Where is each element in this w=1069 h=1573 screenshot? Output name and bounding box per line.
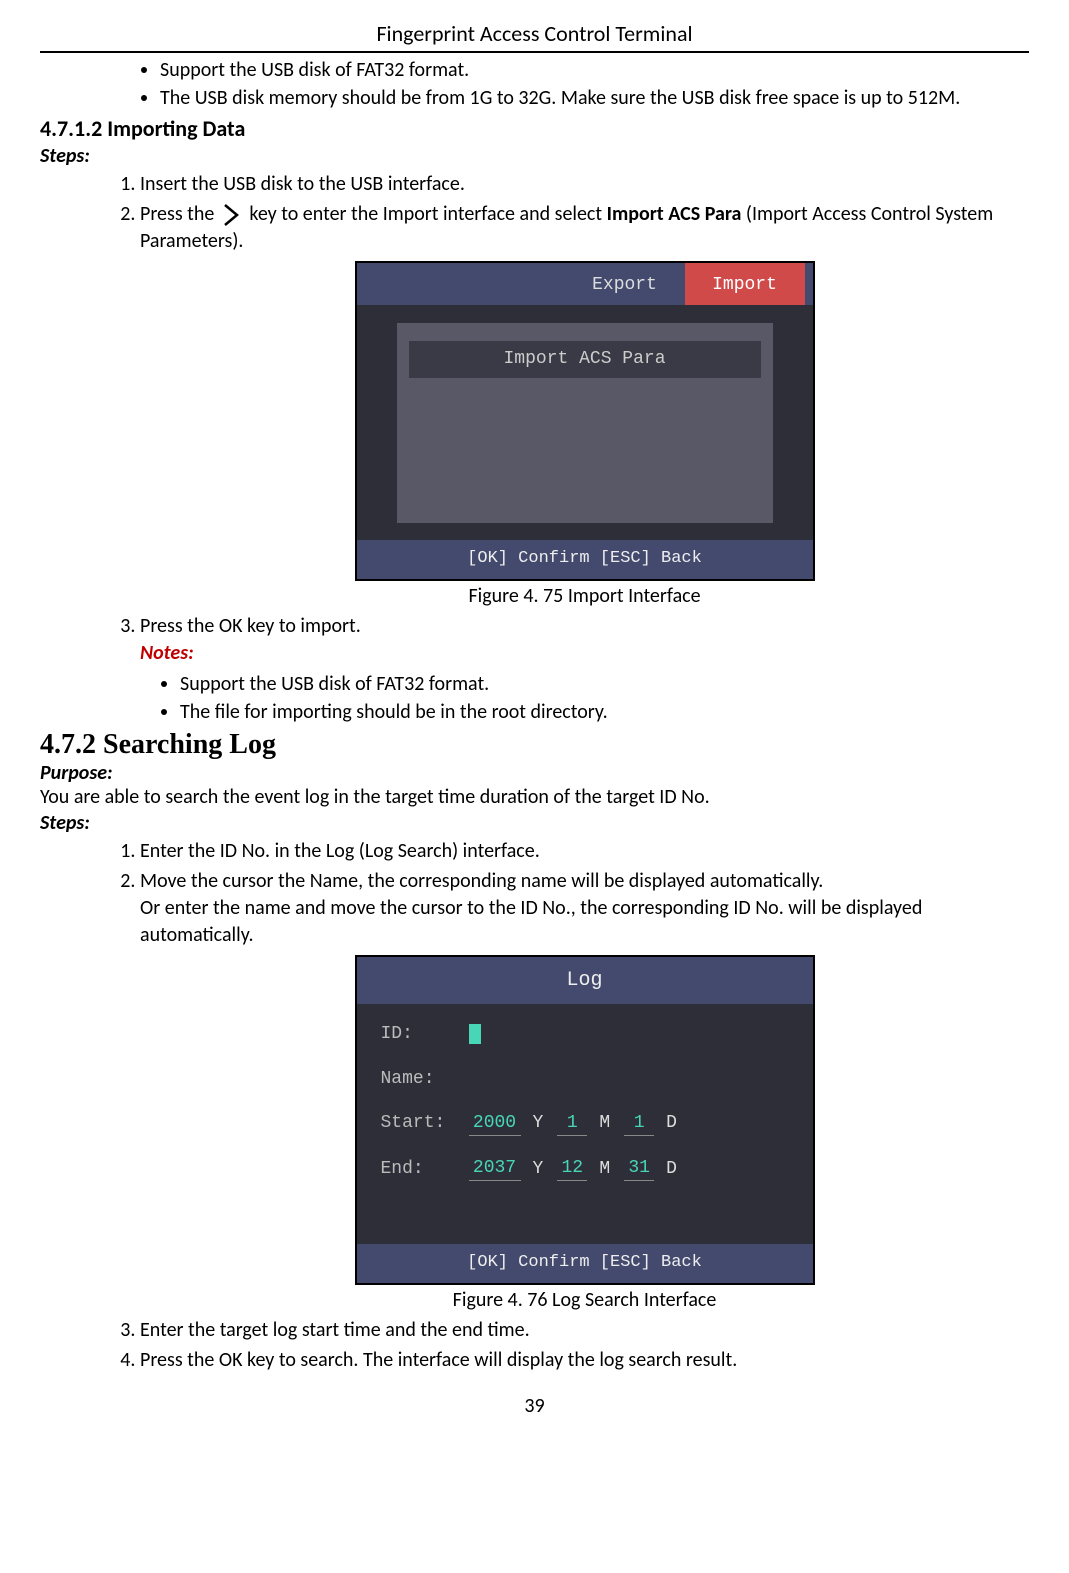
start-label: Start: [381,1111,461,1135]
log-form: ID: Name: Start: 2000 Y 1 M 1 D End: [357,1004,813,1181]
step-bold: Import ACS Para [607,202,742,226]
steps-label: Steps: [40,811,1029,835]
step-item: Press the OK key to search. The interfac… [140,1347,1029,1374]
heading-4-7-2: 4.7.2 Searching Log [40,729,1029,761]
id-input-cursor[interactable] [469,1024,481,1044]
name-label: Name: [381,1067,461,1091]
step-item: Press the key to enter the Import interf… [140,201,1029,610]
end-month-input[interactable]: 12 [557,1156,587,1181]
steps-list-log: Enter the ID No. in the Log (Log Search)… [100,838,1029,1374]
start-month-input[interactable]: 1 [557,1111,587,1136]
import-panel: Import ACS Para [397,323,773,523]
purpose-text: You are able to search the event log in … [40,785,1029,809]
step-text: Press the [140,202,214,226]
end-year-input[interactable]: 2037 [469,1156,521,1181]
figure-caption: Figure 4. 75 Import Interface [140,583,1029,610]
unit-d: D [666,1111,677,1135]
unit-d: D [666,1157,677,1181]
import-ui-screenshot: Export Import Import ACS Para [OK] Confi… [355,261,815,581]
bullet-item: Support the USB disk of FAT32 format. [160,57,1029,83]
step-text: Or enter the name and move the cursor to… [140,896,922,947]
bullet-item: The file for importing should be in the … [180,699,1029,725]
heading-4-7-1-2: 4.7.1.2 Importing Data [40,115,1029,142]
import-acs-para-item[interactable]: Import ACS Para [409,341,761,377]
intro-bullets: Support the USB disk of FAT32 format. Th… [160,57,1029,111]
tab-import[interactable]: Import [685,263,805,305]
step-item: Insert the USB disk to the USB interface… [140,171,1029,198]
ui-footer: [OK] Confirm [ESC] Back [357,540,813,579]
step-item: Move the cursor the Name, the correspond… [140,868,1029,1314]
page-number: 39 [40,1394,1029,1418]
notes-label: Notes: [140,640,1029,667]
step-item: Press the OK key to import. Notes: Suppo… [140,613,1029,725]
steps-label: Steps: [40,144,1029,168]
step-item: Enter the ID No. in the Log (Log Search)… [140,838,1029,865]
step-item: Enter the target log start time and the … [140,1317,1029,1344]
doc-title: Fingerprint Access Control Terminal [40,20,1029,53]
purpose-label: Purpose: [40,761,1029,785]
tab-export[interactable]: Export [565,263,685,305]
start-day-input[interactable]: 1 [624,1111,654,1136]
ui-footer: [OK] Confirm [ESC] Back [357,1244,813,1283]
notes-bullets: Support the USB disk of FAT32 format. Th… [180,671,1029,725]
unit-y: Y [533,1157,544,1181]
unit-y: Y [533,1111,544,1135]
unit-m: M [599,1111,610,1135]
tab-bar: Export Import [357,263,813,305]
unit-m: M [599,1157,610,1181]
step-text: key to enter the Import interface and se… [249,202,606,226]
log-title: Log [357,957,813,1004]
step-text: Move the cursor the Name, the correspond… [140,869,823,893]
start-year-input[interactable]: 2000 [469,1111,521,1136]
log-ui-screenshot: Log ID: Name: Start: 2000 Y 1 M 1 D [355,955,815,1285]
figure-caption: Figure 4. 76 Log Search Interface [140,1287,1029,1314]
chevron-right-icon [221,202,243,228]
bullet-item: Support the USB disk of FAT32 format. [180,671,1029,697]
id-label: ID: [381,1022,461,1046]
end-label: End: [381,1157,461,1181]
end-day-input[interactable]: 31 [624,1156,654,1181]
step-text: Press the OK key to import. [140,614,361,638]
steps-list-importing: Insert the USB disk to the USB interface… [100,171,1029,725]
bullet-item: The USB disk memory should be from 1G to… [160,85,1029,111]
